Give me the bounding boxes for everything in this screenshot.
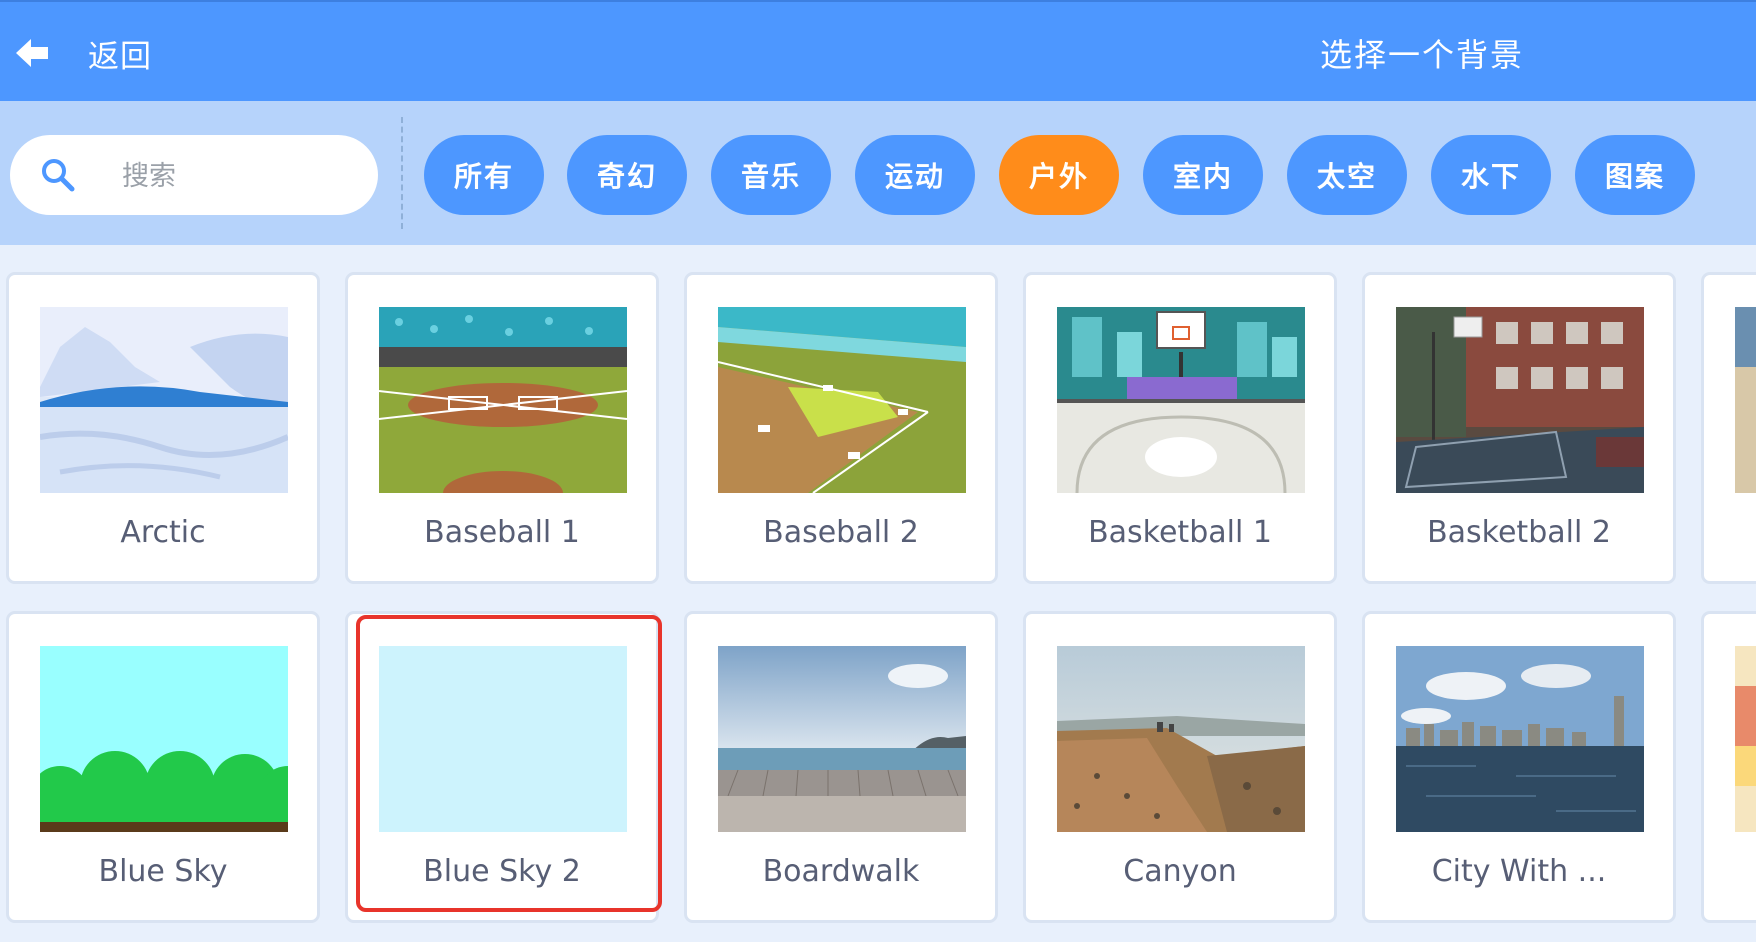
backdrop-card-boardwalk[interactable]: Boardwalk [684,611,998,923]
backdrop-name: Basketball 1 [1088,515,1272,550]
backdrop-name: City With ... [1431,854,1607,889]
backdrop-thumbnail [1057,646,1305,832]
filter-bar: 所有 奇幻 音乐 运动 户外 室内 太空 水下 图案 [0,101,1756,245]
backdrop-name: Boardwalk [762,854,920,889]
filter-divider [401,117,403,229]
backdrop-thumbnail [40,307,288,493]
backdrop-card-canyon[interactable]: Canyon [1023,611,1337,923]
backdrop-card-partial[interactable] [1701,272,1756,584]
backdrop-thumbnail [718,307,966,493]
modal-header: 返回 选择一个背景 [0,0,1756,101]
backdrop-thumbnail [1396,307,1644,493]
tag-music[interactable]: 音乐 [711,135,831,215]
backdrop-name: Blue Sky 2 [423,854,581,889]
page-title: 选择一个背景 [1320,36,1525,74]
tag-all[interactable]: 所有 [424,135,544,215]
backdrop-thumbnail [718,646,966,832]
backdrop-card-baseball-1[interactable]: Baseball 1 [345,272,659,584]
backdrop-name: Arctic [120,515,206,550]
backdrop-name: Baseball 1 [424,515,580,550]
tag-space[interactable]: 太空 [1287,135,1407,215]
backdrop-card-arctic[interactable]: Arctic [6,272,320,584]
backdrop-card-city-with-water[interactable]: City With ... [1362,611,1676,923]
tag-sports[interactable]: 运动 [855,135,975,215]
backdrop-card-blue-sky-2[interactable]: Blue Sky 2 [345,611,659,923]
backdrop-thumbnail [379,646,627,832]
backdrop-thumbnail [1735,646,1756,832]
arrow-left-icon [16,39,48,67]
search-box[interactable] [10,135,378,215]
backdrop-thumbnail [379,307,627,493]
backdrop-thumbnail [40,646,288,832]
backdrop-name: Canyon [1123,854,1237,889]
search-icon [42,159,75,192]
backdrop-name: Blue Sky [98,854,228,889]
backdrop-card-basketball-2[interactable]: Basketball 2 [1362,272,1676,584]
tag-fantasy[interactable]: 奇幻 [567,135,687,215]
backdrop-name: Basketball 2 [1427,515,1611,550]
backdrop-card-basketball-1[interactable]: Basketball 1 [1023,272,1337,584]
backdrop-card-blue-sky[interactable]: Blue Sky [6,611,320,923]
backdrop-card-baseball-2[interactable]: Baseball 2 [684,272,998,584]
tag-indoors[interactable]: 室内 [1143,135,1263,215]
back-button[interactable]: 返回 [14,28,152,78]
backdrop-thumbnail [1735,307,1756,493]
search-input[interactable] [120,153,354,199]
tag-patterns[interactable]: 图案 [1575,135,1695,215]
backdrop-thumbnail [1057,307,1305,493]
backdrop-thumbnail [1396,646,1644,832]
backdrop-card-partial[interactable] [1701,611,1756,923]
back-label: 返回 [88,38,152,75]
tag-outdoors[interactable]: 户外 [999,135,1119,215]
backdrop-name: Baseball 2 [763,515,919,550]
tag-underwater[interactable]: 水下 [1431,135,1551,215]
